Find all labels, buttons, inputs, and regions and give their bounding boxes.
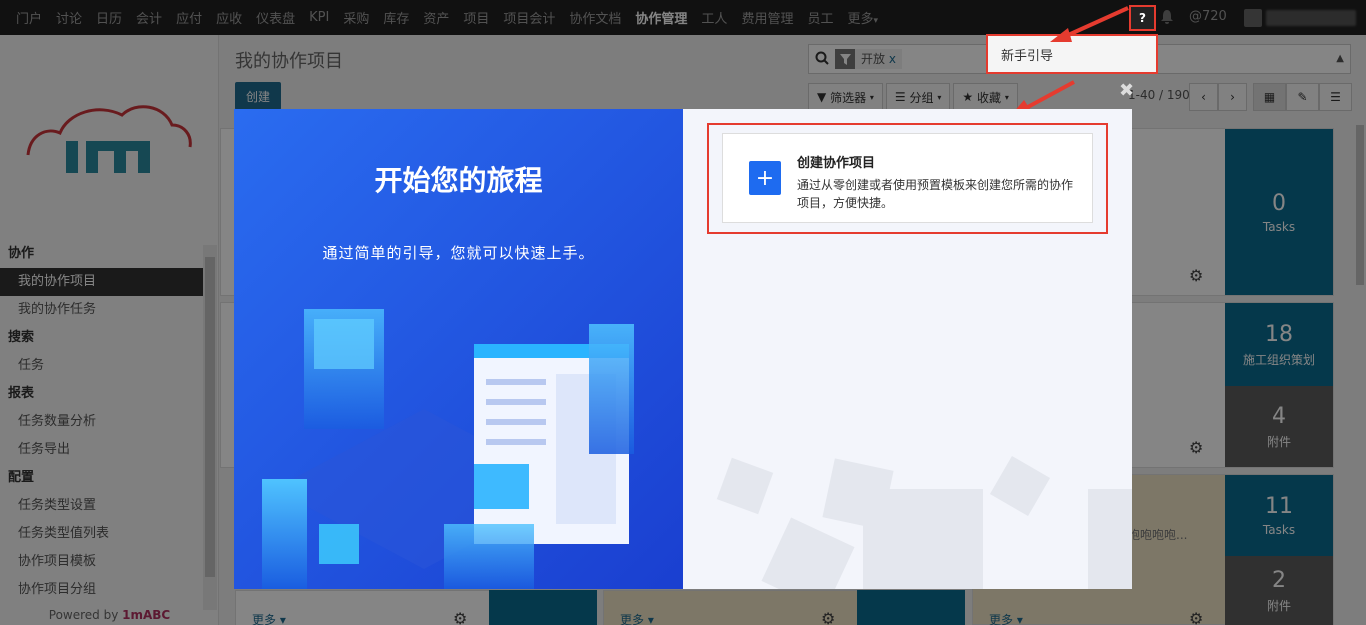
modal-title: 开始您的旅程 (374, 164, 543, 197)
beginner-guide-item[interactable]: 新手引导 (1001, 45, 1053, 64)
decor-square (1088, 489, 1132, 589)
guide-modal: 开始您的旅程 通过简单的引导，您就可以快速上手。 + 创建协作项目 通过从零创建… (234, 109, 1132, 589)
modal-subtitle: 通过简单的引导，您就可以快速上手。 (322, 244, 595, 262)
create-project-card[interactable]: + 创建协作项目 通过从零创建或者使用预置模板来创建您所需的协作项目，方便快捷。 (722, 133, 1093, 223)
action-description: 通过从零创建或者使用预置模板来创建您所需的协作项目，方便快捷。 (797, 178, 1074, 210)
decor-square (761, 517, 855, 589)
help-dropdown: 新手引导 (986, 34, 1158, 74)
hero-illustration (262, 309, 634, 589)
decor-square (716, 457, 774, 515)
plus-icon: + (749, 161, 781, 195)
action-title: 创建协作项目 (797, 156, 876, 171)
decor-square (989, 455, 1051, 517)
decor-square (863, 489, 983, 589)
close-icon[interactable]: ✖ (1119, 80, 1134, 101)
modal-hero: 开始您的旅程 通过简单的引导，您就可以快速上手。 (234, 109, 683, 589)
help-button[interactable]: ? (1129, 5, 1156, 31)
